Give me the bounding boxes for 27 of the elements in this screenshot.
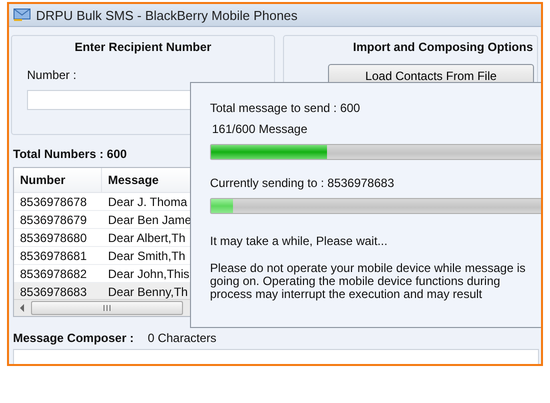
table-cell-text: 8536978680 bbox=[19, 230, 88, 246]
table-cell-text: Dear Smith,Th bbox=[107, 248, 186, 264]
table-cell-text: Dear Ben Jame bbox=[107, 212, 192, 228]
column-header[interactable]: Number bbox=[14, 168, 102, 192]
table-cell-text: 8536978678 bbox=[19, 194, 88, 210]
total-numbers-label: Total Numbers : 600 bbox=[13, 147, 128, 161]
group-title: Enter Recipient Number bbox=[74, 40, 212, 54]
table-cell-text: Dear J. Thoma bbox=[107, 194, 188, 210]
character-count: 0 Characters bbox=[148, 331, 216, 345]
table-cell-text: Dear Albert,Th bbox=[107, 230, 186, 246]
message-field[interactable] bbox=[13, 349, 539, 364]
table-cell-text: 8536978681 bbox=[19, 248, 88, 264]
number-label: Number : bbox=[27, 68, 78, 82]
table-cell-text: 8536978679 bbox=[19, 212, 88, 228]
left-arrow-icon[interactable] bbox=[19, 304, 25, 312]
composer-label: Message Composer : bbox=[13, 331, 134, 345]
scrollbar-thumb[interactable] bbox=[31, 301, 183, 315]
table-cell-text: Dear John,This bbox=[107, 266, 190, 282]
table-cell-text: Dear Benny,Th bbox=[107, 284, 188, 300]
table-cell-text: 8536978682 bbox=[19, 266, 88, 282]
window-title: DRPU Bulk SMS - BlackBerry Mobile Phones bbox=[36, 8, 298, 22]
message-count: 161/600 Message bbox=[212, 122, 308, 136]
group-title: Import and Composing Options bbox=[353, 40, 533, 54]
total-message-label: Total message to send : 600 bbox=[210, 101, 362, 115]
envelope-icon bbox=[13, 8, 31, 22]
table-cell-text: 8536978683 bbox=[19, 284, 88, 300]
grip-icon bbox=[103, 305, 111, 311]
